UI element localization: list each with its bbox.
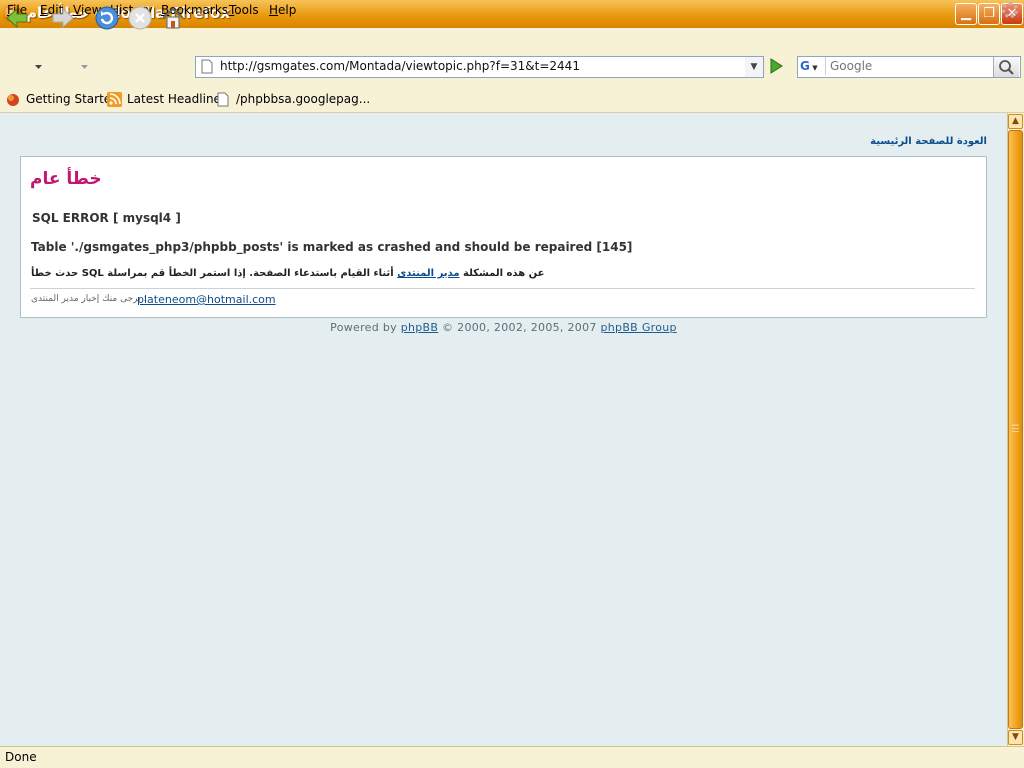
home-page-link[interactable]: العودة للصفحة الرئيسية bbox=[870, 136, 987, 147]
search-input[interactable] bbox=[828, 58, 992, 74]
bookmark-latest-headlines[interactable]: Latest Headlines bbox=[127, 92, 227, 106]
forward-button[interactable] bbox=[50, 5, 76, 31]
bookmark-getting-started[interactable]: Getting Started bbox=[26, 92, 119, 106]
url-dropdown-button[interactable]: ▼ bbox=[745, 56, 764, 78]
go-button[interactable] bbox=[766, 56, 786, 76]
status-text: Done bbox=[5, 750, 37, 764]
reload-button[interactable] bbox=[94, 5, 120, 31]
scrollbar-grip-icon bbox=[1012, 424, 1019, 433]
page-icon bbox=[217, 92, 229, 107]
search-engine-selector[interactable]: G ▼ bbox=[798, 57, 826, 75]
table-message: Table './gsmgates_php3/phpbb_posts' is m… bbox=[31, 240, 633, 254]
firefox-icon bbox=[7, 94, 19, 106]
home-button[interactable] bbox=[160, 5, 186, 31]
error-title: خطأ عام bbox=[30, 169, 102, 189]
page-icon bbox=[201, 59, 213, 74]
powered-by-footer: Powered by phpBB © 2000, 2002, 2005, 200… bbox=[330, 321, 677, 334]
search-icon[interactable] bbox=[993, 57, 1019, 77]
back-button[interactable] bbox=[4, 5, 30, 31]
url-text[interactable]: http://gsmgates.com/Montada/viewtopic.ph… bbox=[220, 59, 580, 73]
menu-tools[interactable]: Tools bbox=[229, 3, 259, 17]
google-icon: G bbox=[800, 59, 810, 73]
sql-error: SQL ERROR [ mysql4 ] bbox=[32, 211, 181, 225]
stop-button[interactable] bbox=[127, 5, 153, 31]
forum-admin-link[interactable]: مدير المنتدى bbox=[397, 268, 459, 279]
forward-dropdown-icon[interactable] bbox=[80, 62, 89, 71]
menu-bar bbox=[0, 28, 1024, 51]
status-bar bbox=[0, 746, 1024, 768]
bookmark-phpbbsa[interactable]: /phpbbsa.googlepag... bbox=[236, 92, 370, 106]
back-dropdown-icon[interactable] bbox=[34, 62, 43, 71]
minimize-button[interactable]: ▁ bbox=[955, 3, 977, 25]
contact-email-link[interactable]: plateneom@hotmail.com bbox=[137, 293, 276, 306]
menu-help[interactable]: Help bbox=[269, 3, 296, 17]
contact-label: يرجى منك إخبار مدير المنتدى : bbox=[31, 294, 147, 304]
arabic-message-post: أثناء القيام باستدعاء الصفحة. إذا استمر … bbox=[107, 268, 398, 279]
arabic-error-message: حدث خطأ SQL عن هذه المشكلة مدير المنتدى … bbox=[31, 268, 544, 279]
restore-button[interactable]: ❐ bbox=[978, 3, 1000, 25]
scroll-down-button[interactable]: ▼ bbox=[1008, 730, 1023, 745]
phpbb-group-link[interactable]: phpBB Group bbox=[601, 321, 677, 334]
phpbb-link[interactable]: phpBB bbox=[401, 321, 439, 334]
divider bbox=[30, 288, 975, 289]
throbber-icon bbox=[1002, 2, 1018, 18]
rss-icon bbox=[107, 92, 122, 107]
scroll-up-button[interactable]: ▲ bbox=[1008, 114, 1023, 129]
